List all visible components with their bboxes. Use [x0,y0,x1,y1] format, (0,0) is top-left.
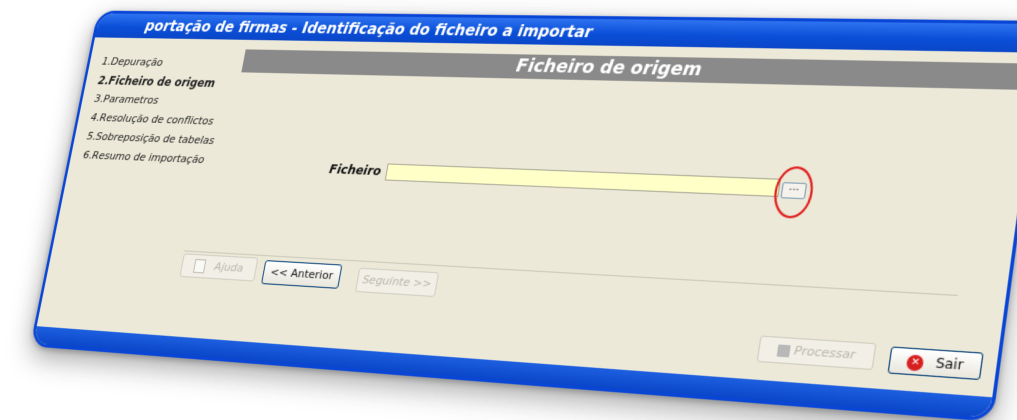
disk-icon [776,343,791,357]
annotation-circle [770,165,817,220]
previous-button[interactable]: << Anterior [261,260,343,289]
step-sobreposicao-tabelas[interactable]: 5.Sobreposição de tabelas [86,130,219,147]
file-field-row: Ficheiro ... [290,158,846,220]
step-resolucao-conflictos[interactable]: 4.Resolução de conflictos [90,111,223,128]
next-button[interactable]: Seguinte >> [354,267,440,298]
wizard-steps-list: 1.Depuração 2.Ficheiro de origem 3.Param… [81,55,234,174]
process-label: Processar [793,343,857,363]
import-wizard-window: portação de firmas - Identificação do fi… [30,10,1017,420]
help-label: Ajuda [213,260,245,275]
exit-button[interactable]: ✕ Sair [887,346,984,381]
section-header: Ficheiro de origem [241,49,1017,90]
screenshot-stage: portação de firmas - Identificação do fi… [0,0,1017,420]
help-icon [193,258,207,274]
exit-label: Sair [934,355,965,374]
step-depuracao[interactable]: 1.Depuração [101,55,234,70]
close-icon: ✕ [906,353,925,371]
step-parametros[interactable]: 3.Parametros [93,92,226,108]
step-resumo-importacao[interactable]: 6.Resumo de importação [82,149,216,167]
process-button[interactable]: Processar [756,335,877,371]
step-ficheiro-origem[interactable]: 2.Ficheiro de origem [97,74,230,90]
file-label: Ficheiro [328,162,383,179]
file-input[interactable] [384,163,782,198]
help-button[interactable]: Ajuda [179,253,259,282]
